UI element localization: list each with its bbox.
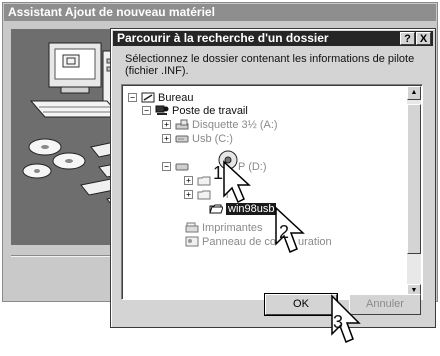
step-2-label: 2 [279,222,290,242]
expand-toggle[interactable]: + [184,190,193,199]
tree-item-floppy[interactable]: + Disquette 3½ (A:) [162,118,278,131]
tree-item-label: Panneau de co [202,235,277,248]
folder-icon [197,190,211,200]
tree-item-printers[interactable]: Imprimantes [174,221,263,234]
tree-item-label: Usb (C:) [192,132,233,145]
step-1-label: 1 [213,163,224,183]
tree-scrollbar[interactable]: ▲ ▼ [407,86,421,298]
control-panel-icon [185,236,199,247]
cd-drive-icon [175,163,189,171]
help-button[interactable]: ? [400,32,415,45]
folder-icon [197,176,211,186]
wizard-title-bar: Assistant Ajout de nouveau matériel [4,4,436,21]
close-button[interactable]: X [416,32,431,45]
expand-toggle[interactable]: + [162,120,171,129]
collapse-toggle[interactable]: − [162,162,171,171]
dialog-title: Parcourir à la recherche d'un dossier [117,31,329,45]
tree-item-usb-c[interactable]: + Usb (C:) [162,132,233,145]
collapse-toggle[interactable]: − [142,106,151,115]
tree-item-label: Disquette 3½ (A:) [192,118,278,131]
cursor-3-icon [331,294,361,343]
desktop-icon [141,92,155,103]
expand-toggle[interactable]: + [162,134,171,143]
scroll-up-button[interactable]: ▲ [407,86,421,100]
computer-icon [155,105,169,115]
tree-item-label: Bureau [158,91,194,104]
step-3-label: 3 [333,312,344,332]
collapse-toggle[interactable]: − [128,93,137,102]
floppy-drive-icon [175,119,189,130]
hard-drive-icon [175,135,189,143]
tree-item-bureau[interactable]: − Bureau [128,91,193,104]
tree-item-poste-de-travail[interactable]: − Poste de travail [142,104,248,117]
cd-discs-illustration [22,138,86,179]
folder-tree[interactable]: − Bureau − Poste de travail + Disquette … [121,84,423,300]
expand-toggle[interactable]: + [184,176,193,185]
printers-icon [185,222,199,233]
dialog-instruction: Sélectionnez le dossier contenant les in… [125,53,415,77]
dialog-title-bar: Parcourir à la recherche d'un dossier ? … [113,31,433,46]
tree-item-label: Poste de travail [172,104,248,117]
monitor-illustration [48,42,102,94]
cursor-2-icon [275,206,305,253]
scroll-thumb[interactable] [407,104,421,254]
tree-item-label: Imprimantes [202,221,263,234]
browse-folder-dialog: Parcourir à la recherche d'un dossier ? … [110,28,436,328]
